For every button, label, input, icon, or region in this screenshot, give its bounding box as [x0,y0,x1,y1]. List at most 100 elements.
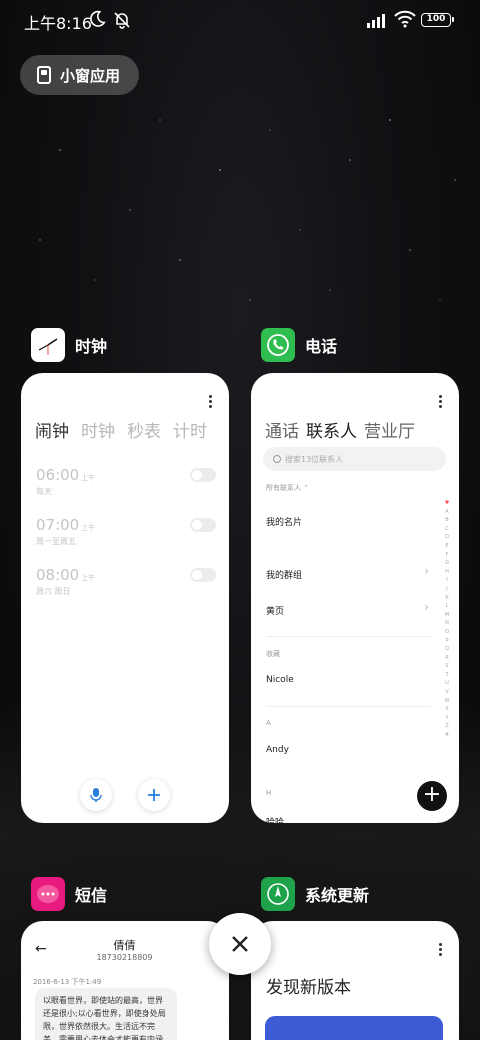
index-letter[interactable]: G [443,559,451,568]
my-groups-row[interactable]: 我的群组 [266,568,302,581]
voice-alarm-button[interactable] [80,779,112,811]
index-letter[interactable]: X [443,705,451,714]
app-name-clock: 时钟 [75,337,108,356]
index-letter[interactable]: F [443,551,451,560]
contact-row-andy[interactable]: Andy [266,745,289,755]
system-update-app-icon [261,877,295,911]
system-update-app-card[interactable]: 发现新版本 [251,921,459,1040]
index-letter[interactable]: V [443,688,451,697]
index-letter[interactable]: I [443,576,451,585]
microphone-icon [90,788,102,802]
more-options-icon[interactable] [439,943,443,957]
tab-timer[interactable]: 计时 [173,417,207,442]
phone-app-icon [261,328,295,362]
index-letter[interactable]: D [443,533,451,542]
contacts-filter-dropdown[interactable]: 所有联系人 ⌃ [266,483,309,493]
alarm-item[interactable]: 06:00 上午 每天 [36,465,216,505]
index-letter[interactable]: S [443,662,451,671]
status-bar: 上午8:16 100 [0,0,480,40]
app-name-phone: 电话 [305,337,338,356]
more-options-icon[interactable] [209,395,213,409]
alarm-toggle[interactable] [190,518,216,532]
alarm-time: 06:00 [36,466,80,484]
clear-all-button[interactable] [209,913,271,975]
index-letter[interactable]: H [443,568,451,577]
tab-service-hall[interactable]: 营业厅 [364,417,415,442]
alarm-time: 07:00 [36,516,80,534]
app-header-clock[interactable]: 时钟 [31,328,107,362]
clock-tabs: 闹钟 时钟 秒表 计时 [35,417,207,442]
tab-contacts[interactable]: 联系人 [306,417,357,442]
divider [266,706,431,707]
alarm-toggle[interactable] [190,568,216,582]
alarm-repeat: 周六 周日 [36,587,71,596]
chevron-right-icon: › [424,600,429,614]
wifi-icon [394,10,416,28]
app-name-system-update: 系统更新 [305,886,370,905]
index-letter[interactable]: L [443,602,451,611]
index-letter[interactable]: Y [443,714,451,723]
status-time: 上午8:16 [24,14,92,33]
index-letter[interactable]: K [443,594,451,603]
my-card-row[interactable]: 我的名片 [266,515,302,528]
clock-app-icon [31,328,65,362]
index-letter[interactable]: W [443,697,451,706]
close-icon [232,936,248,952]
app-header-system-update[interactable]: 系统更新 [261,877,369,911]
index-letter[interactable]: R [443,654,451,663]
alarm-toggle[interactable] [190,468,216,482]
plus-icon [148,789,160,801]
sms-app-icon [31,877,65,911]
battery-icon: 100 [421,13,454,27]
tab-calls[interactable]: 通话 [265,417,299,442]
index-letter[interactable]: E [443,542,451,551]
battery-level: 100 [426,14,446,24]
index-letter[interactable]: B [443,516,451,525]
add-alarm-button[interactable] [138,779,170,811]
index-letter[interactable]: Z [443,722,451,731]
update-banner [265,1016,443,1040]
chevron-right-icon: › [424,564,429,578]
update-title: 发现新版本 [266,978,351,998]
tab-stopwatch[interactable]: 秒表 [127,417,161,442]
signal-icon [367,14,385,28]
phone-app-card[interactable]: 通话 联系人 营业厅 搜索13位联系人 所有联系人 ⌃ 我的名片 我的群组 › … [251,373,459,823]
index-letter[interactable]: T [443,671,451,680]
sms-app-card[interactable]: ← 倩倩 18730218809 2016-6-13 下午1:49 以眼看世界，… [21,921,229,1040]
index-letter[interactable]: # [443,731,451,740]
message-bubble[interactable]: 以眼看世界，即使站的最高，世界还是很小;以心看世界，即使身处局限，世界依然很大。… [35,988,177,1040]
app-header-sms[interactable]: 短信 [31,877,107,911]
alarm-ampm: 上午 [81,574,96,582]
alarm-ampm: 上午 [81,474,96,482]
index-letter[interactable]: C [443,525,451,534]
index-letter[interactable]: N [443,619,451,628]
index-letter[interactable]: P [443,637,451,646]
section-h-label: H [266,789,272,797]
index-letter[interactable]: J [443,585,451,594]
app-name-sms: 短信 [75,886,108,905]
message-timestamp: 2016-6-13 下午1:49 [33,978,102,986]
index-letter[interactable]: O [443,628,451,637]
yellow-pages-row[interactable]: 黄页 [266,604,284,617]
app-header-phone[interactable]: 电话 [261,328,337,362]
floating-window-button[interactable]: 小窗应用 [20,55,139,95]
favorites-section-label: 收藏 [266,650,280,658]
index-letter[interactable]: Q [443,645,451,654]
more-options-icon[interactable] [439,395,443,409]
alarm-item[interactable]: 08:00 上午 周六 周日 [36,565,216,605]
index-letter[interactable]: A [443,508,451,517]
alphabet-index-bar[interactable]: ♥ A B C D E F G H I J K L M N O P Q R S T U V W X Y Z # [443,499,451,740]
contact-row-haha[interactable]: 哈哈 [266,815,284,823]
alarm-item[interactable]: 07:00 上午 周一至周五 [36,515,216,555]
contact-row-nicole[interactable]: Nicole [266,675,294,685]
divider [266,636,431,637]
add-contact-button[interactable]: + [417,781,447,811]
index-letter[interactable]: M [443,611,451,620]
contact-search-input[interactable]: 搜索13位联系人 [263,447,446,471]
index-letter[interactable]: U [443,679,451,688]
phone-tabs: 通话 联系人 营业厅 [265,417,415,442]
clock-app-card[interactable]: 闹钟 时钟 秒表 计时 06:00 上午 每天 07:00 上午 周一至周五 08:… [21,373,229,823]
tab-clock[interactable]: 时钟 [81,417,115,442]
alarm-ampm: 上午 [81,524,96,532]
tab-alarm[interactable]: 闹钟 [35,417,69,442]
